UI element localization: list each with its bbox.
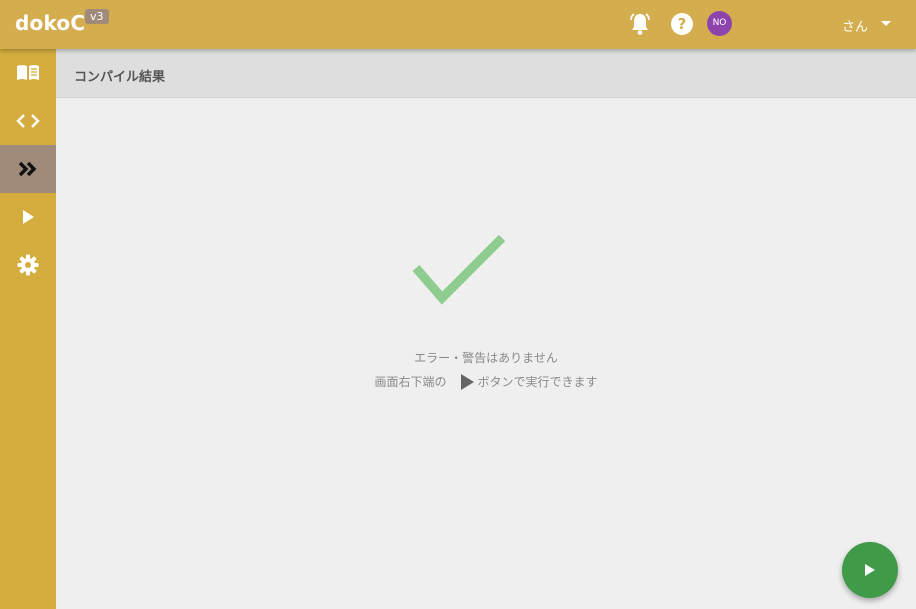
- user-name[interactable]: さん: [842, 16, 868, 35]
- play-icon: [865, 564, 875, 576]
- sidebar-item-book[interactable]: [0, 49, 56, 97]
- page-header: コンパイル結果: [56, 49, 916, 98]
- check-icon: [410, 230, 510, 310]
- book-icon: [17, 65, 39, 80]
- sidebar-item-code[interactable]: [0, 97, 56, 145]
- sidebar: [0, 49, 56, 609]
- status-message: エラー・警告はありません: [414, 351, 558, 365]
- gear-icon: [17, 254, 39, 276]
- sidebar-item-compile[interactable]: [0, 145, 56, 193]
- chevron-down-icon[interactable]: [881, 21, 891, 26]
- top-bar: dokoC v3 ? NO さん: [0, 0, 916, 49]
- sidebar-item-settings[interactable]: [0, 241, 56, 289]
- hint-text-after: ボタンで実行できます: [477, 375, 598, 389]
- run-hint-message: 画面右下端の ボタンで実行できます: [56, 373, 916, 391]
- help-circle-icon[interactable]: ?: [671, 13, 693, 35]
- code-icon: [16, 114, 40, 128]
- bell-icon[interactable]: [629, 12, 651, 36]
- sidebar-item-run[interactable]: [0, 193, 56, 241]
- hint-text-before: 画面右下端の: [374, 375, 447, 389]
- run-button[interactable]: [842, 542, 898, 598]
- play-icon: [460, 373, 474, 390]
- avatar[interactable]: NO: [707, 11, 732, 36]
- version-badge: v3: [85, 9, 109, 24]
- play-icon: [23, 210, 34, 224]
- app-logo[interactable]: dokoC: [15, 11, 85, 35]
- double-chevron-right-icon: [18, 161, 37, 177]
- page-title: コンパイル結果: [74, 70, 166, 85]
